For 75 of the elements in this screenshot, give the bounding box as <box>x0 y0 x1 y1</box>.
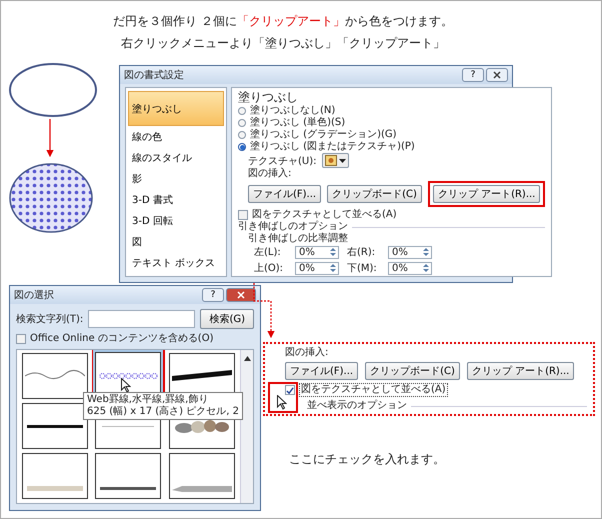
clip-art-thumbnail[interactable] <box>22 353 88 399</box>
arrow <box>46 119 54 158</box>
insert-button[interactable]: クリップボード(C) <box>327 185 422 203</box>
field-label: テクスチャ(U): <box>248 154 316 168</box>
sidebar-item[interactable]: 塗りつぶし <box>128 91 224 126</box>
spin-field[interactable]: 0% <box>388 262 432 274</box>
help-button[interactable]: ? <box>202 288 224 302</box>
caret-icon <box>338 158 346 162</box>
field-label: 上(O): <box>254 262 284 275</box>
help-button[interactable]: ? <box>462 68 484 82</box>
insert-button[interactable]: ファイル(F)... <box>285 362 358 380</box>
radio-button[interactable] <box>238 119 246 127</box>
field-label: 右(R): <box>347 246 376 259</box>
section-heading: 引き伸ばしのオプション <box>238 221 348 232</box>
section-heading: 並べ表示のオプション <box>307 400 407 412</box>
tooltip-text: 625 (幅) x 17 (高さ) ピクセル, 2 <box>87 406 239 418</box>
close-button[interactable] <box>486 68 508 82</box>
scrollbar[interactable] <box>240 350 253 503</box>
clip-art-thumbnail[interactable] <box>22 453 88 499</box>
field-label: 下(M): <box>347 262 378 275</box>
section-heading: 塗りつぶし <box>238 90 298 105</box>
insert-button[interactable]: クリップ アート(R)... <box>432 185 540 203</box>
spin-arrows-icon <box>329 262 337 274</box>
sidebar-item[interactable]: 3-D 回転 <box>128 211 224 231</box>
insert-button[interactable]: クリップボード(C) <box>365 362 460 380</box>
spin-arrows-icon <box>422 262 430 274</box>
checkbox[interactable]: Office Online のコンテンツを含める(O) <box>16 333 254 345</box>
window-title: 図の書式設定 <box>124 68 185 82</box>
radio-button[interactable] <box>238 131 246 139</box>
connector-arrow <box>253 283 275 338</box>
radio-button[interactable] <box>238 107 246 115</box>
image-icon <box>324 155 336 166</box>
spin-field[interactable]: 0% <box>388 246 432 258</box>
insert-button[interactable]: クリップ アート(R)... <box>466 362 574 380</box>
sidebar-item[interactable]: テキスト ボックス <box>128 253 224 273</box>
radio-button[interactable] <box>238 143 246 151</box>
spin-arrows-icon <box>422 246 430 258</box>
search-button[interactable]: 検索(G) <box>200 309 254 329</box>
checkbox[interactable]: 図をテクスチャとして並べる(A) <box>238 209 397 221</box>
clip-art-thumbnail[interactable] <box>169 453 236 499</box>
instruction-text: ここにチェックを入れます。 <box>289 451 445 468</box>
option-label[interactable]: 塗りつぶしなし(N) <box>250 105 336 117</box>
option-label[interactable]: 塗りつぶし (単色)(S) <box>250 117 346 129</box>
checkmark-icon <box>286 386 294 394</box>
insert-button[interactable]: ファイル(F)... <box>248 185 322 203</box>
checkbox[interactable]: 図をテクスチャとして並べる(A) <box>285 383 587 397</box>
cursor-icon <box>277 395 287 410</box>
sidebar-item[interactable]: 線の色 <box>128 127 224 147</box>
clip-art-thumbnail[interactable] <box>95 453 162 499</box>
option-label[interactable]: 塗りつぶし (図またはテクスチャ)(P) <box>250 141 415 153</box>
spin-field[interactable]: 0% <box>295 246 339 258</box>
instruction-text: だ円を３個作り ２個に「クリップアート」から色をつけます。 <box>113 13 453 29</box>
tooltip-text: Web罫線,水平線,罫線,飾り <box>87 394 210 406</box>
close-button[interactable] <box>226 288 256 302</box>
texture-dropdown[interactable] <box>322 153 348 168</box>
sidebar-item[interactable]: 線のスタイル <box>128 148 224 168</box>
sidebar-item[interactable]: 3-D 書式 <box>128 190 224 210</box>
field-label: 左(L): <box>254 246 282 259</box>
group-label: 図の挿入: <box>285 347 330 359</box>
search-field[interactable] <box>88 310 196 328</box>
option-label[interactable]: 塗りつぶし (グラデーション)(G) <box>250 129 397 141</box>
sidebar-item[interactable]: 図 <box>128 232 224 252</box>
up-arrow-icon <box>244 356 250 361</box>
spin-field[interactable]: 0% <box>295 262 339 274</box>
field-label: 検索文字列(T): <box>16 312 84 326</box>
spin-arrows-icon <box>329 246 337 258</box>
highlight-frame <box>268 382 298 413</box>
group-label: 図の挿入: <box>248 168 292 180</box>
group-label: 引き伸ばしの比率調整 <box>248 233 348 245</box>
window-title: 図の選択 <box>14 289 55 302</box>
instruction-text: 右クリックメニューより「塗りつぶし」「クリップアート」 <box>121 35 445 51</box>
clip-art-thumbnail[interactable] <box>22 403 88 449</box>
close-icon <box>237 291 245 299</box>
close-icon <box>493 71 501 79</box>
sidebar-item[interactable]: 影 <box>128 169 224 189</box>
